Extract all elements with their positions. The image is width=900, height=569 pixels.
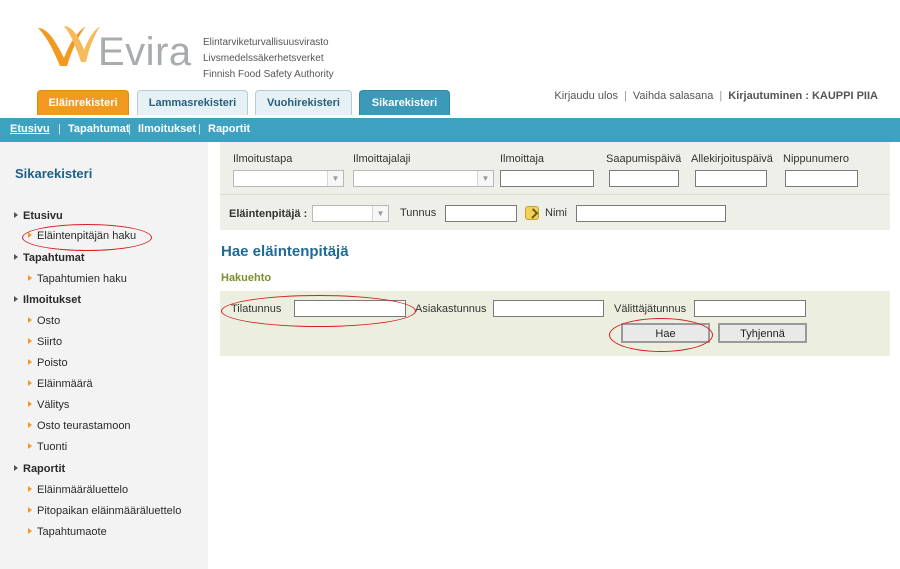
- sidebar-item-siirto[interactable]: Siirto: [28, 336, 62, 348]
- sidebar-item-pitopaikan-elainmaaraluettelo[interactable]: Pitopaikan eläinmääräluettelo: [28, 505, 181, 517]
- sidebar-title: Sikarekisteri: [15, 166, 93, 181]
- nimi-label: Nimi: [545, 207, 567, 219]
- sidebar-item-tapahtumien-haku[interactable]: Tapahtumien haku: [28, 273, 127, 285]
- arrow-icon: [28, 380, 32, 386]
- user-links: Kirjaudu ulos | Vaihda salasana | Kirjautumi…: [554, 90, 878, 102]
- notification-filter: Ilmoitustapa ▼ Ilmoittajalaji ▼ Ilmoitta…: [220, 142, 890, 194]
- logout-link[interactable]: Kirjaudu ulos: [554, 90, 618, 102]
- change-password-link[interactable]: Vaihda salasana: [633, 90, 714, 102]
- elaintenpitaja-label: Eläintenpitäjä :: [229, 208, 308, 220]
- arrow-icon: [14, 212, 18, 218]
- tab-sikarekisteri[interactable]: Sikarekisteri: [359, 90, 450, 115]
- agency-line-sv: Livsmedelssäkerhetsverket: [203, 53, 324, 64]
- nippunumero-label: Nippunumero: [783, 153, 850, 165]
- valittajatunnus-label: Välittäjätunnus: [614, 303, 687, 315]
- tilatunnus-input[interactable]: [294, 300, 406, 317]
- arrow-icon: [28, 275, 32, 281]
- clear-button[interactable]: Tyhjennä: [718, 323, 807, 343]
- ilmoittajalaji-label: Ilmoittajalaji: [353, 153, 411, 165]
- arrow-icon: [28, 338, 32, 344]
- chevron-down-icon: ▼: [477, 171, 493, 186]
- arrow-icon: [28, 486, 32, 492]
- page-title: Hae eläintenpitäjä: [221, 243, 349, 260]
- saapumispaiva-input[interactable]: [609, 170, 679, 187]
- sidebar-item-tuonti[interactable]: Tuonti: [28, 441, 67, 453]
- sidebar-item-poisto[interactable]: Poisto: [28, 357, 68, 369]
- header: Evira Elintarviketurvallisuusvirasto Liv…: [0, 0, 900, 119]
- sidebar-item-elainmaaraluettelo[interactable]: Eläinmääräluettelo: [28, 484, 128, 496]
- sidebar-item-etusivu[interactable]: Etusivu: [14, 210, 63, 222]
- sidebar-item-osto-teurastamoon[interactable]: Osto teurastamoon: [28, 420, 131, 432]
- nippunumero-input[interactable]: [785, 170, 858, 187]
- tab-lammasrekisteri[interactable]: Lammasrekisteri: [137, 90, 248, 115]
- valittajatunnus-input[interactable]: [694, 300, 806, 317]
- asiakastunnus-label: Asiakastunnus: [415, 303, 487, 315]
- nav-tapahtumat[interactable]: Tapahtumat: [68, 123, 130, 135]
- sidebar-item-valitys[interactable]: Välitys: [28, 399, 69, 411]
- allekirjoituspaiva-label: Allekirjoituspäivä: [691, 153, 773, 165]
- nimi-input[interactable]: [576, 205, 726, 222]
- arrow-icon: [14, 465, 18, 471]
- arrow-icon: [28, 528, 32, 534]
- sidebar-item-ilmoitukset[interactable]: Ilmoitukset: [14, 294, 81, 306]
- arrow-icon: [28, 443, 32, 449]
- ilmoitustapa-select[interactable]: ▼: [233, 170, 344, 187]
- agency-name: Elintarviketurvallisuusvirasto Livsmedel…: [203, 35, 334, 83]
- sidebar-item-tapahtumat[interactable]: Tapahtumat: [14, 252, 85, 264]
- sidebar-item-raportit[interactable]: Raportit: [14, 463, 65, 475]
- sidebar-item-tapahtumaote[interactable]: Tapahtumaote: [28, 526, 107, 538]
- tunnus-label: Tunnus: [400, 207, 437, 219]
- main-nav: Etusivu | Tapahtumat | Ilmoitukset | Rap…: [0, 118, 900, 142]
- arrow-icon: [28, 507, 32, 513]
- elaintenpitaja-select[interactable]: ▼: [312, 205, 389, 222]
- asiakastunnus-input[interactable]: [493, 300, 604, 317]
- arrow-icon: [28, 422, 32, 428]
- arrow-icon: [14, 296, 18, 302]
- arrow-icon: [28, 401, 32, 407]
- saapumispaiva-label: Saapumispäivä: [606, 153, 682, 165]
- agency-line-fi: Elintarviketurvallisuusvirasto: [203, 37, 329, 48]
- sidebar-item-elainmaara[interactable]: Eläinmäärä: [28, 378, 93, 390]
- agency-line-en: Finnish Food Safety Authority: [203, 69, 334, 80]
- sidebar-item-elaintenpitajan-haku[interactable]: Eläintenpitäjän haku: [28, 230, 136, 242]
- chevron-down-icon: ▼: [327, 171, 343, 186]
- arrow-icon: [28, 232, 32, 238]
- allekirjoituspaiva-input[interactable]: [695, 170, 767, 187]
- nav-ilmoitukset[interactable]: Ilmoitukset: [138, 123, 196, 135]
- arrow-icon: [28, 359, 32, 365]
- ilmoittaja-label: Ilmoittaja: [500, 153, 545, 165]
- tab-elainrekisteri[interactable]: Eläinrekisteri: [37, 90, 129, 115]
- ilmoittaja-input[interactable]: [500, 170, 594, 187]
- sidebar: Sikarekisteri Etusivu Eläintenpitäjän ha…: [0, 142, 208, 569]
- search-button[interactable]: Hae: [621, 323, 710, 343]
- holder-filter: Eläintenpitäjä : ▼ Tunnus Nimi: [220, 194, 890, 230]
- arrow-icon: [14, 254, 18, 260]
- lookup-icon[interactable]: [525, 206, 539, 220]
- ilmoitustapa-label: Ilmoitustapa: [233, 153, 293, 165]
- arrow-icon: [28, 317, 32, 323]
- search-criteria-box: Tilatunnus Asiakastunnus Välittäjätunnus…: [220, 291, 890, 356]
- tunnus-input[interactable]: [445, 205, 517, 222]
- sidebar-item-osto[interactable]: Osto: [28, 315, 60, 327]
- chevron-down-icon: ▼: [372, 206, 388, 221]
- tilatunnus-label: Tilatunnus: [231, 303, 282, 315]
- nav-raportit[interactable]: Raportit: [208, 123, 250, 135]
- tab-vuohirekisteri[interactable]: Vuohirekisteri: [255, 90, 352, 115]
- search-criteria-heading: Hakuehto: [221, 272, 272, 284]
- nav-etusivu[interactable]: Etusivu: [10, 123, 50, 135]
- logo-text: Evira: [98, 30, 192, 74]
- login-info: Kirjautuminen : KAUPPI PIIA: [728, 90, 878, 102]
- ilmoittajalaji-select[interactable]: ▼: [353, 170, 494, 187]
